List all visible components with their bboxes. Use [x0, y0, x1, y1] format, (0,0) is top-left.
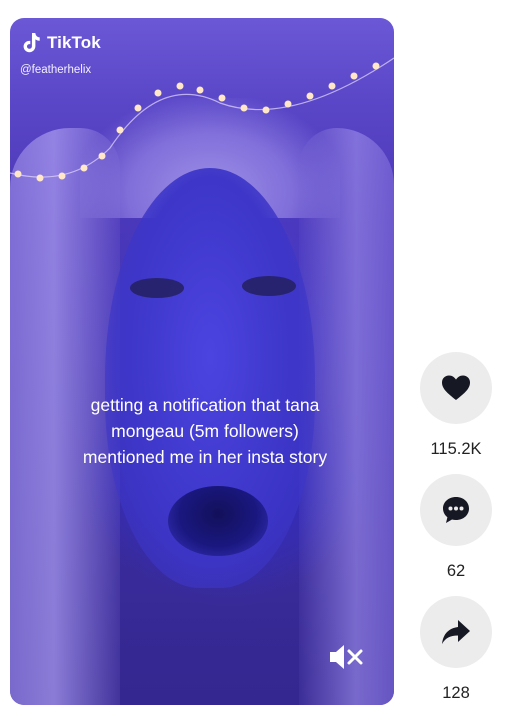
- share-arrow-icon: [442, 620, 470, 644]
- comment-bubble-icon: [443, 497, 469, 523]
- tiktok-note-icon: [23, 33, 40, 53]
- tiktok-wordmark: TikTok: [47, 33, 101, 52]
- like-action: 115.2K: [420, 352, 492, 459]
- tiktok-logo: TikTok: [22, 32, 101, 54]
- speaker-muted-icon[interactable]: [328, 642, 364, 672]
- comment-action: 62: [420, 474, 492, 581]
- like-count: 115.2K: [430, 440, 482, 458]
- share-count: 128: [442, 684, 470, 702]
- video-frame-mouth: [168, 486, 268, 556]
- video-caption: getting a notification that tana mongeau…: [82, 395, 328, 467]
- comment-count: 62: [446, 562, 466, 580]
- video-player[interactable]: TikTok @featherhelix getting a notificat…: [10, 18, 394, 705]
- share-action: 128: [420, 596, 492, 703]
- share-button[interactable]: [420, 596, 492, 668]
- video-frame-eye-right: [242, 276, 296, 296]
- video-frame-eye-left: [130, 278, 184, 298]
- like-button[interactable]: [420, 352, 492, 424]
- author-handle[interactable]: @featherhelix: [20, 64, 91, 76]
- comment-button[interactable]: [420, 474, 492, 546]
- heart-icon: [442, 375, 470, 400]
